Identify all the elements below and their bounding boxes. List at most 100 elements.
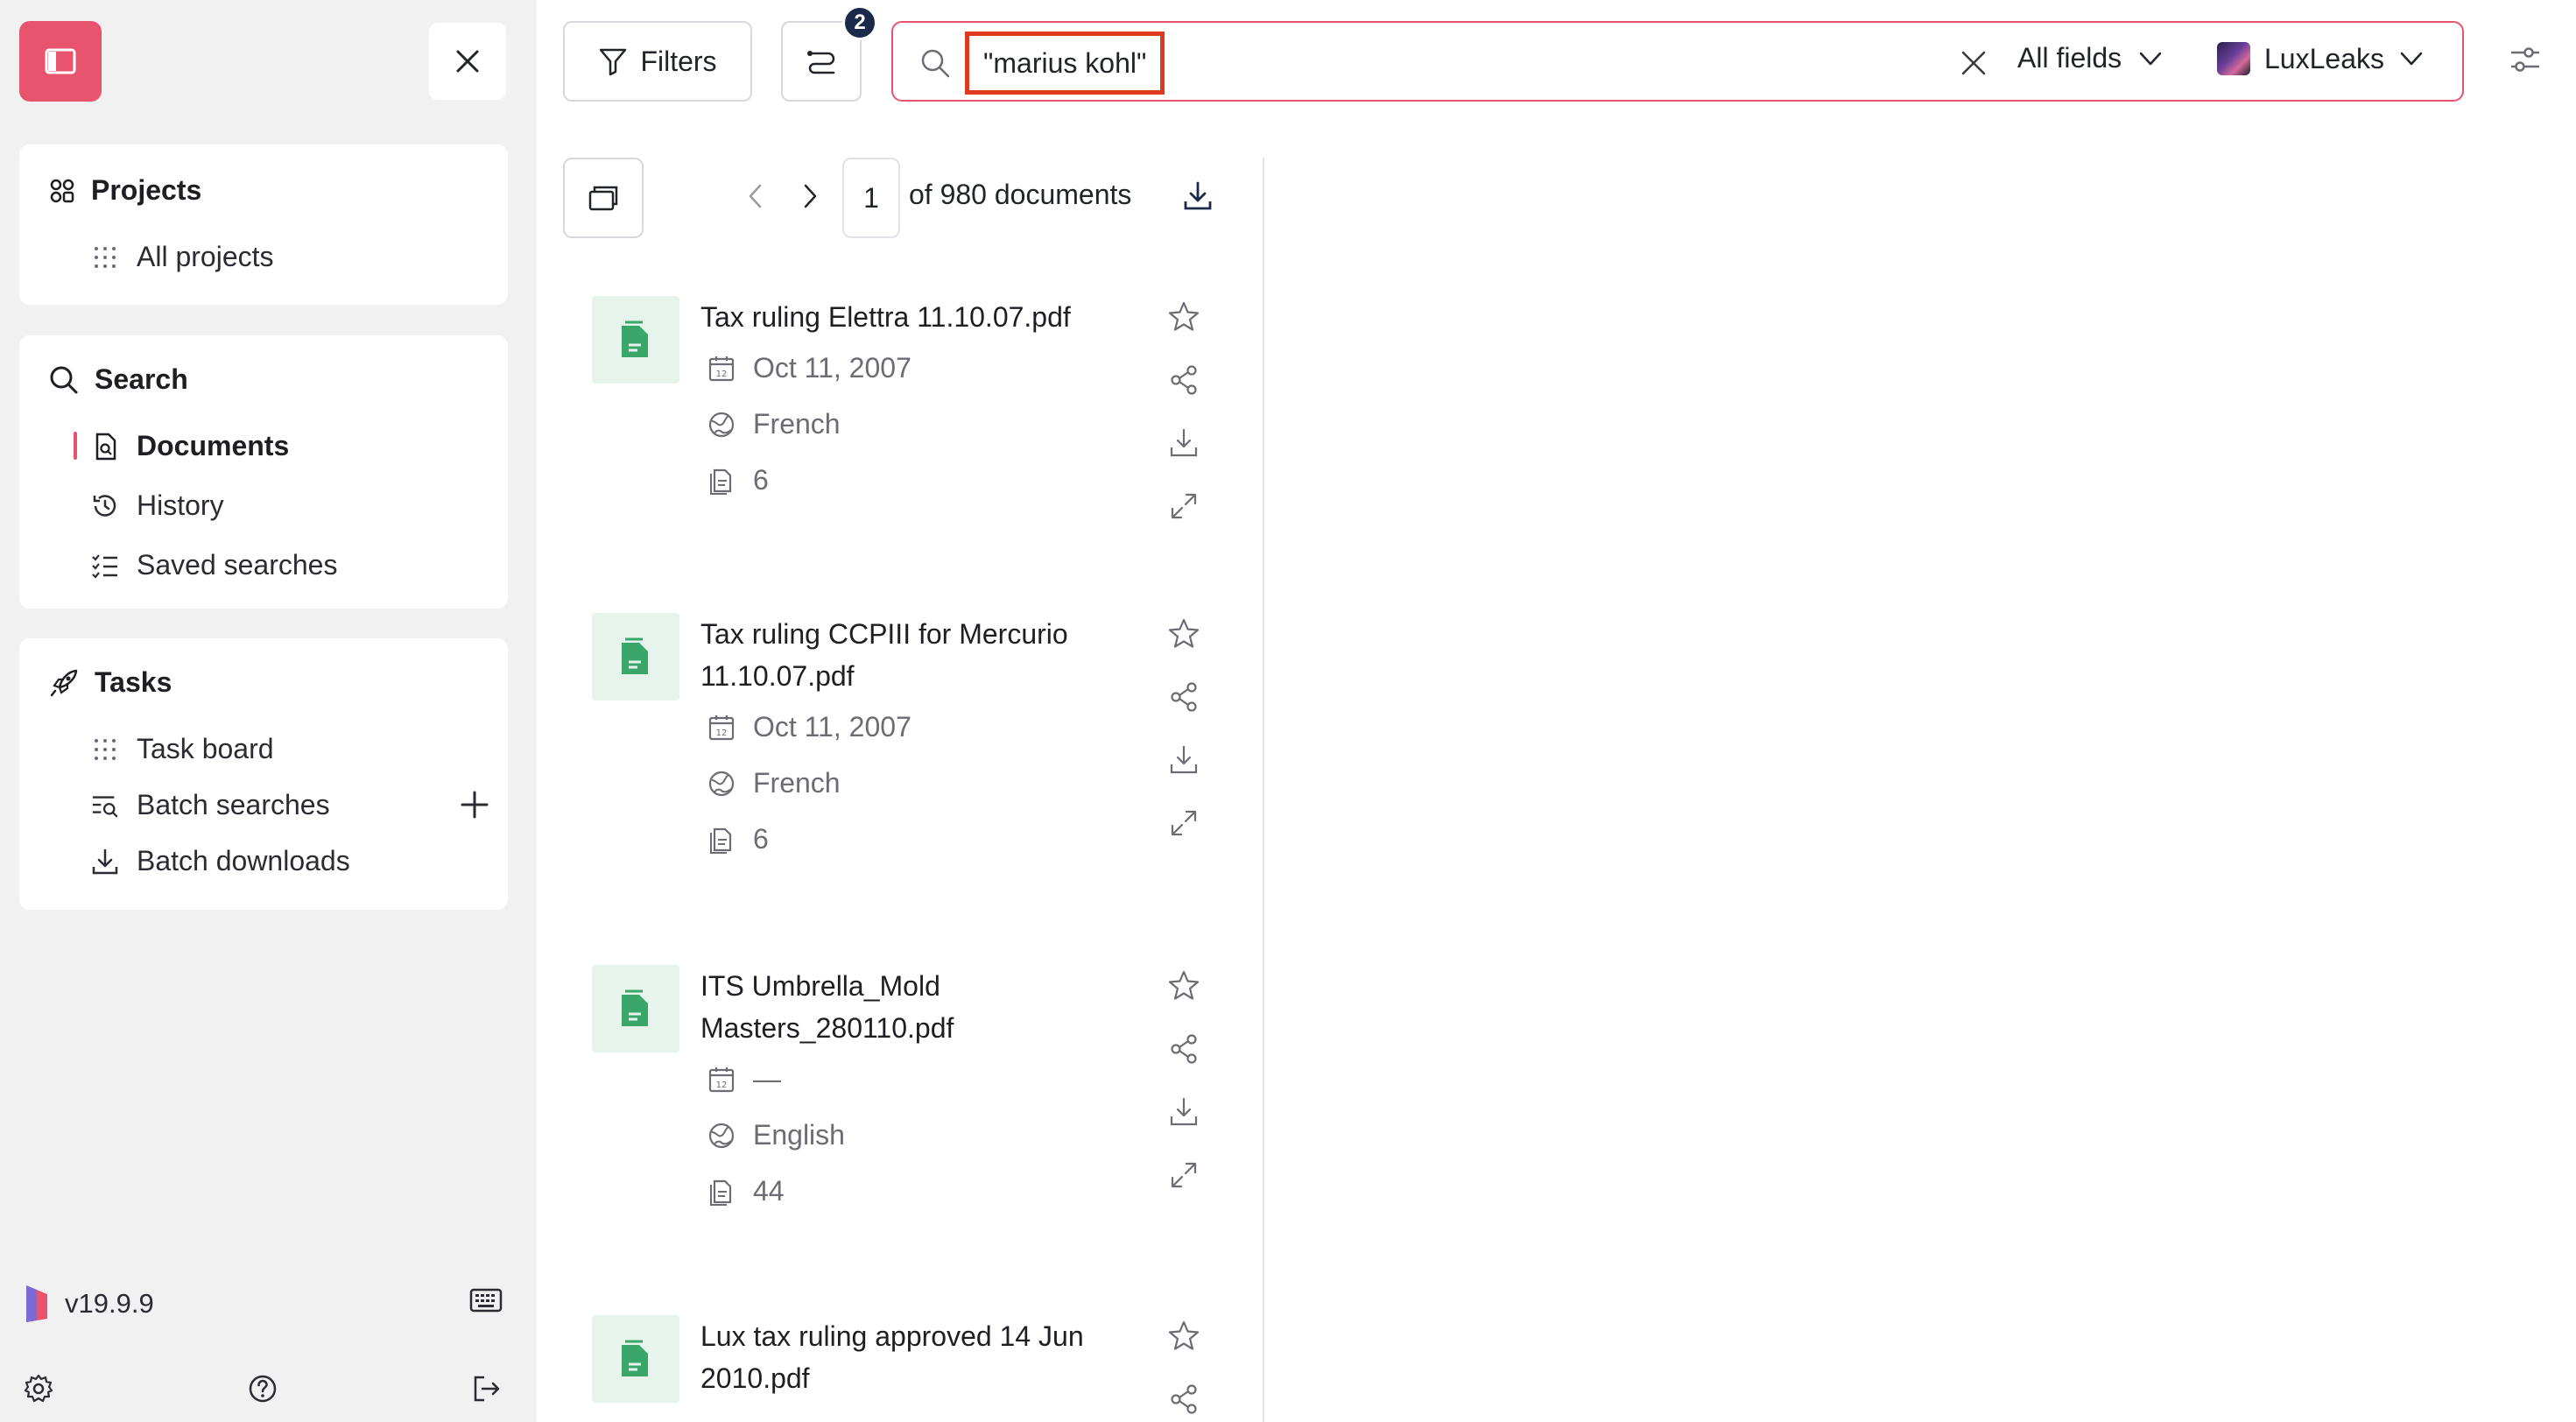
help-button[interactable] [245,1371,280,1406]
sidebar-item-documents[interactable]: Documents [91,430,289,462]
share-icon [1171,682,1197,712]
expand-icon [1171,1162,1197,1188]
keyboard-icon [469,1288,503,1313]
share-button[interactable] [1166,363,1201,398]
globe-icon [707,1122,735,1150]
document-date: 12 Oct 11, 2007 [707,711,911,743]
project-avatar [2217,42,2250,75]
sidebar-item-all-projects[interactable]: All projects [91,241,274,273]
share-icon [1171,1034,1197,1064]
document-list-item[interactable]: Tax ruling CCPIII for Mercurio 11.10.07.… [592,613,1240,911]
sidebar-item-label: Task board [137,733,274,764]
previous-page-button[interactable] [743,179,769,218]
sidebar-toggle-button[interactable] [19,21,102,102]
search-bar: "marius kohl" All fields LuxLeaks [891,21,2464,102]
document-title[interactable]: Tax ruling Elettra 11.10.07.pdf [700,296,1138,338]
download-results-button[interactable] [1182,180,1214,216]
share-button[interactable] [1166,679,1201,715]
document-title[interactable]: Lux tax ruling approved 14 Jun 2010.pdf [700,1315,1138,1399]
clear-search-button[interactable] [1958,47,1989,83]
document-search-icon [91,433,119,461]
add-batch-search-button[interactable] [457,787,492,822]
chevron-down-icon [2139,52,2162,65]
checklist-icon [91,552,119,580]
pane-divider[interactable] [1263,158,1264,1422]
download-document-button[interactable] [1166,1095,1201,1130]
download-document-button[interactable] [1166,743,1201,778]
logout-button[interactable] [469,1371,504,1406]
sidebar-item-label: Documents [137,430,290,461]
sidebar-item-batch-searches[interactable]: Batch searches [91,789,330,821]
document-pages: 6 [707,464,769,496]
globe-icon [707,770,735,798]
toggle-list-view-button[interactable] [563,158,644,238]
share-button[interactable] [1166,1031,1201,1066]
download-icon [1170,428,1198,457]
document-list-item[interactable]: ITS Umbrella_Mold Masters_280110.pdf 12 … [592,965,1240,1263]
sidebar-item-history[interactable]: History [91,489,224,522]
pages-icon [707,826,735,854]
filters-button[interactable]: Filters [563,21,752,102]
document-thumbnail [592,1315,679,1403]
share-icon [1171,1384,1197,1414]
search-title: Search [95,363,188,395]
sidebar-close-button[interactable] [429,23,506,100]
star-button[interactable] [1166,616,1201,651]
project-select-value: LuxLeaks [2264,42,2384,74]
pages-icon [707,467,735,495]
expand-icon [1171,493,1197,519]
project-select[interactable]: LuxLeaks [2217,42,2425,75]
grid-dots-icon [91,243,119,271]
next-page-button[interactable] [797,179,823,218]
expand-document-button[interactable] [1166,1158,1201,1193]
expand-document-button[interactable] [1166,806,1201,841]
document-language: French [707,408,841,440]
gear-icon [24,1374,53,1403]
star-button[interactable] [1166,968,1201,1003]
sidebar-item-task-board[interactable]: Task board [91,733,274,765]
search-heading[interactable]: Search [49,363,188,396]
star-button[interactable] [1166,1319,1201,1354]
sliders-icon [2511,47,2539,72]
chevron-down-icon [2400,52,2423,66]
version-label: v19.9.9 [65,1288,154,1319]
document-date-value: Oct 11, 2007 [753,711,911,743]
search-icon [919,47,951,83]
projects-card: Projects All projects [19,144,508,305]
download-icon [1170,1097,1198,1126]
document-pages: 44 [707,1175,785,1207]
share-button[interactable] [1166,1382,1201,1417]
document-list-item[interactable]: Tax ruling Elettra 11.10.07.pdf 12 Oct 1… [592,296,1240,559]
help-icon [249,1375,277,1403]
document-thumbnail [592,965,679,1052]
sidebar: Projects All projects Search Documents H… [0,0,537,1422]
window-icon [588,186,618,211]
document-title[interactable]: Tax ruling CCPIII for Mercurio 11.10.07.… [700,613,1138,697]
expand-document-button[interactable] [1166,489,1201,524]
document-title[interactable]: ITS Umbrella_Mold Masters_280110.pdf [700,965,1138,1049]
sidebar-item-saved-searches[interactable]: Saved searches [91,549,337,581]
calendar-icon: 12 [707,714,735,742]
tasks-heading[interactable]: Tasks [49,666,172,699]
expand-icon [1171,810,1197,836]
batch-search-icon [91,792,119,820]
tasks-title: Tasks [95,666,172,698]
sidebar-item-batch-downloads[interactable]: Batch downloads [91,845,350,877]
document-list-item[interactable]: Lux tax ruling approved 14 Jun 2010.pdf [592,1315,1240,1422]
grid-dots-icon [91,736,119,764]
projects-heading[interactable]: Projects [49,174,201,207]
search-input[interactable]: "marius kohl" [965,32,1165,95]
search-settings-button[interactable] [2509,44,2541,80]
sidebar-item-label: Batch searches [137,789,330,820]
field-select[interactable]: All fields [2017,42,2164,74]
star-button[interactable] [1166,299,1201,334]
page-number-input[interactable]: 1 [842,158,900,238]
download-document-button[interactable] [1166,426,1201,461]
projects-icon [50,179,74,202]
document-language-value: French [753,408,841,440]
keyboard-shortcuts-button[interactable] [469,1287,503,1318]
star-icon [1168,1320,1200,1350]
document-pages-value: 6 [753,823,769,855]
settings-button[interactable] [21,1371,56,1406]
projects-title: Projects [91,174,202,206]
